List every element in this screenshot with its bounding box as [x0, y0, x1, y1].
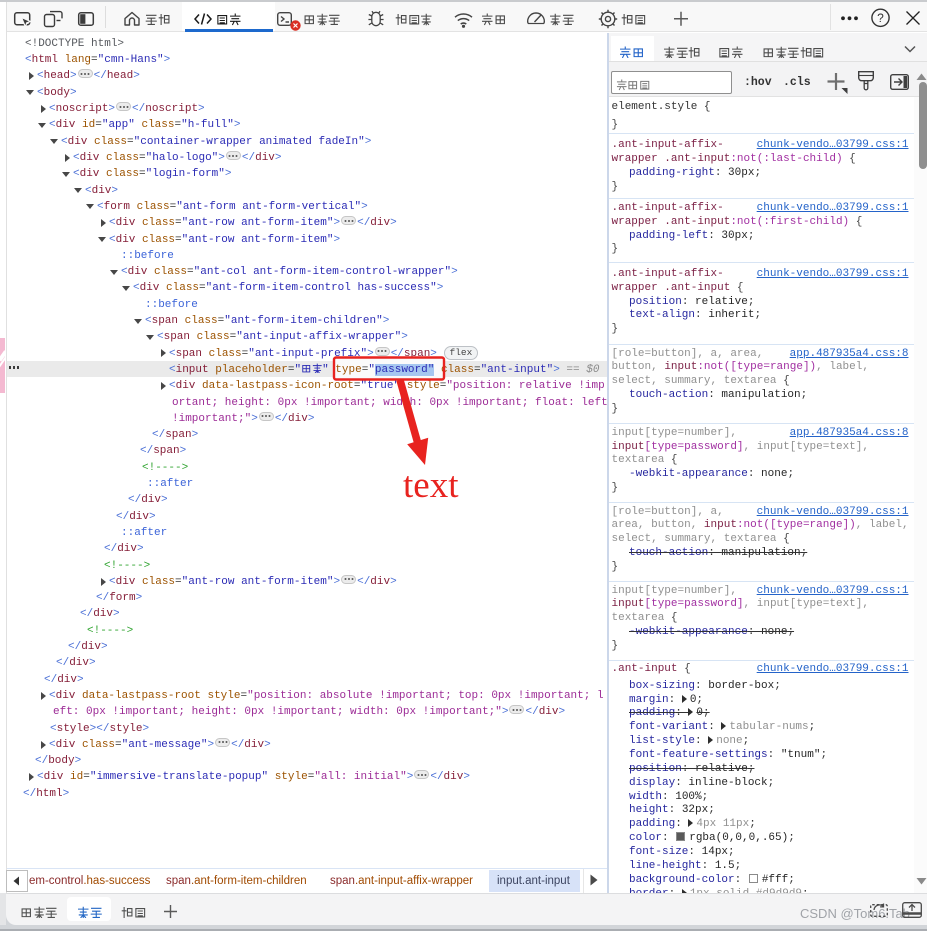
svg-text:?: ? — [877, 11, 884, 25]
